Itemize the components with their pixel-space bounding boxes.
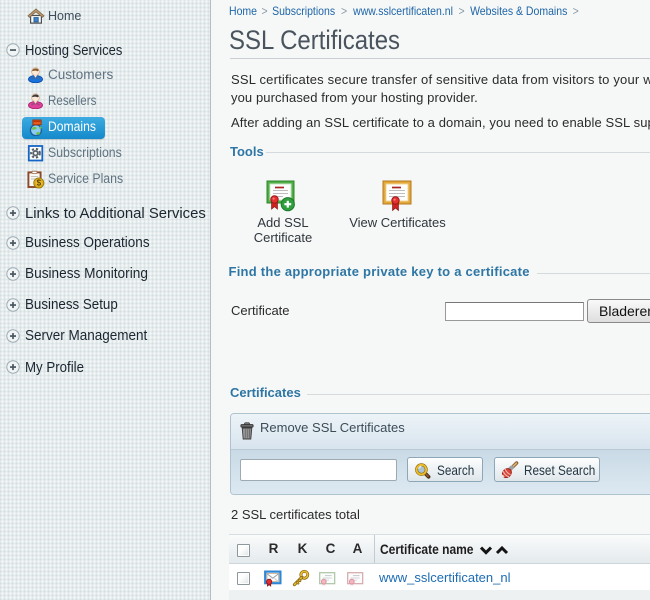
svg-text:$: $	[37, 179, 42, 188]
